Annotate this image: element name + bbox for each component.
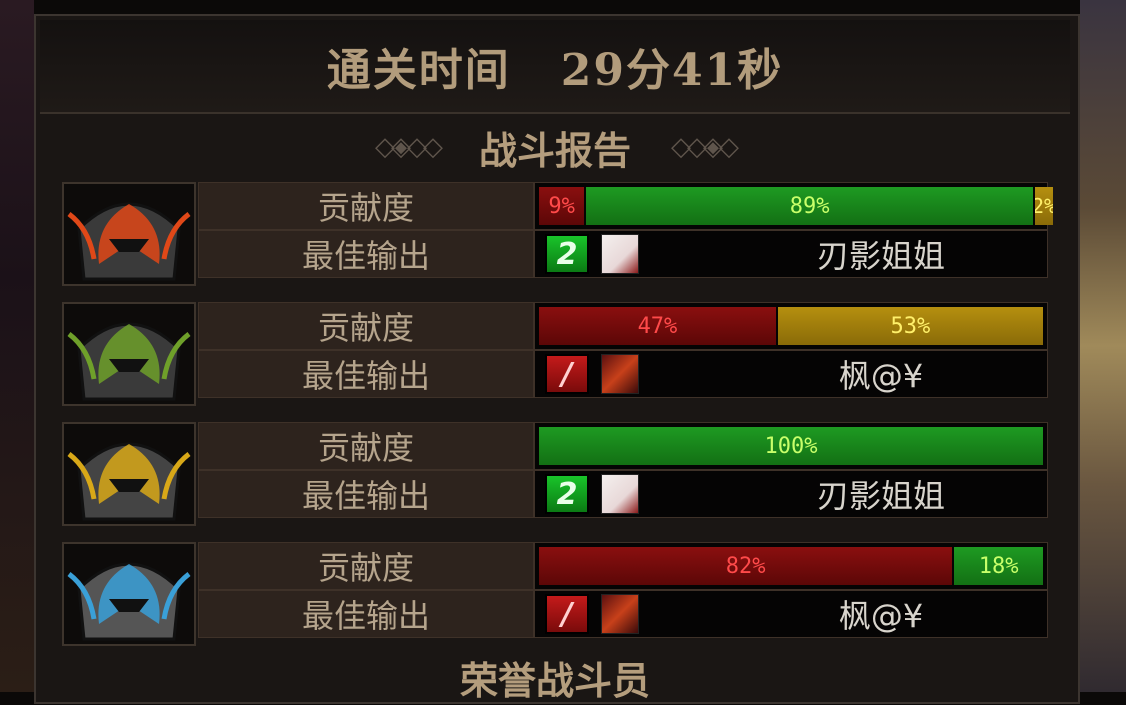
red-armor-avatar-icon bbox=[601, 354, 639, 394]
contribution-bar: 82% 18% bbox=[534, 542, 1048, 590]
green-horned-helmet-icon bbox=[62, 302, 196, 406]
contribution-label: 贡献度 bbox=[198, 542, 534, 590]
player-name: 枫@¥ bbox=[838, 597, 924, 635]
background-right bbox=[1080, 0, 1126, 692]
contribution-bar: 100% bbox=[534, 422, 1048, 470]
rank-badge: / bbox=[545, 594, 589, 634]
player-row: 贡献度 82% 18% 最佳输出 / 枫@¥ bbox=[62, 542, 1048, 648]
rank-badge: / bbox=[545, 354, 589, 394]
best-output-label: 最佳输出 bbox=[198, 350, 534, 398]
contribution-segment: 100% bbox=[539, 427, 1043, 465]
player-name: 刃影姐姐 bbox=[816, 237, 945, 275]
contribution-label: 贡献度 bbox=[198, 302, 534, 350]
player-row: 贡献度9%89%2%最佳输出2刃影姐姐 bbox=[62, 182, 1054, 288]
blue-spiked-helmet-icon bbox=[62, 542, 196, 646]
contribution-segment: 53% bbox=[775, 307, 1043, 345]
player-row: 贡献度 47% 53% 最佳输出 / 枫@¥ bbox=[62, 302, 1048, 408]
contribution-bar: 9%89%2% bbox=[534, 182, 1054, 230]
best-output-value: 2 刃影姐姐 bbox=[534, 470, 1048, 518]
contribution-segment: 18% bbox=[952, 547, 1043, 585]
white-avatar-icon bbox=[601, 474, 639, 514]
red-armor-avatar-icon bbox=[601, 594, 639, 634]
player-row: 贡献度 100% 最佳输出 2 刃影姐姐 bbox=[62, 422, 1048, 528]
background-left bbox=[0, 0, 34, 692]
contribution-label: 贡献度 bbox=[198, 422, 534, 470]
clear-time-bar: 通关时间 29分41秒 bbox=[40, 20, 1070, 114]
ornament-right-icon: ◇◇◈◇ bbox=[671, 132, 739, 162]
player-name: 枫@¥ bbox=[838, 357, 924, 395]
best-output-label: 最佳输出 bbox=[198, 590, 534, 638]
contribution-segment: 2% bbox=[1032, 187, 1054, 225]
best-output-value: / 枫@¥ bbox=[534, 350, 1048, 398]
flame-helmet-icon bbox=[62, 182, 196, 286]
contribution-label: 贡献度 bbox=[198, 182, 534, 230]
player-name: 刃影姐姐 bbox=[816, 477, 945, 515]
ornament-left-icon: ◇◈◇◇ bbox=[375, 132, 443, 162]
honor-fighter-title: 荣誉战斗员 bbox=[459, 658, 650, 703]
contribution-segment: 89% bbox=[584, 187, 1033, 225]
contribution-segment: 9% bbox=[539, 187, 585, 225]
contribution-bar: 47% 53% bbox=[534, 302, 1048, 350]
best-output-label: 最佳输出 bbox=[198, 230, 534, 278]
clear-time-value: 29分41秒 bbox=[560, 45, 784, 96]
contribution-segment: 82% bbox=[539, 547, 953, 585]
contribution-segment: 47% bbox=[539, 307, 776, 345]
best-output-value: / 枫@¥ bbox=[534, 590, 1048, 638]
clear-time-label: 通关时间 bbox=[326, 45, 511, 96]
rank-badge: 2 bbox=[545, 234, 589, 274]
best-output-label: 最佳输出 bbox=[198, 470, 534, 518]
section-header: ◇◈◇◇ 战斗报告 ◇◇◈◇ bbox=[40, 114, 1070, 180]
section-title: 战斗报告 bbox=[478, 127, 631, 173]
white-avatar-icon bbox=[601, 234, 639, 274]
rank-badge: 2 bbox=[545, 474, 589, 514]
gold-dark-helmet-icon bbox=[62, 422, 196, 526]
best-output-value: 2 刃影姐姐 bbox=[534, 230, 1048, 278]
